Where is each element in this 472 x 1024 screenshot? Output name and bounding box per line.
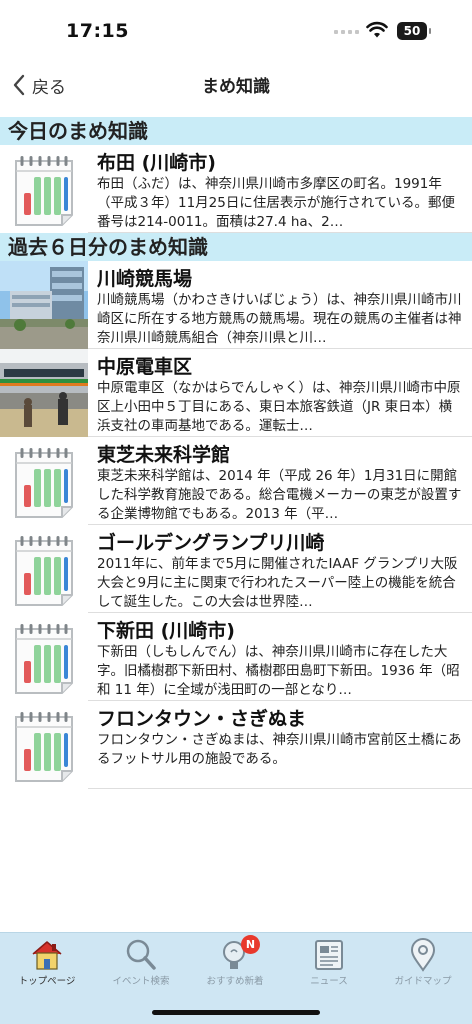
tab-label: ガイドマップ bbox=[394, 976, 452, 987]
list-item[interactable]: 下新田 (川崎市) 下新田（しもしんでん）は、神奈川県川崎市に存在した大字。旧橘… bbox=[0, 613, 472, 701]
section-header-past: 過去６日分のまめ知識 bbox=[0, 233, 472, 261]
today-item[interactable]: 布田 (川崎市) 布田（ふだ）は、神奈川県川崎市多摩区の町名。1991年（平成３… bbox=[0, 145, 472, 233]
list-item[interactable]: 川崎競馬場 川崎競馬場（かわさきけいばじょう）は、神奈川県川崎市川崎区に所在する… bbox=[0, 261, 472, 349]
list-item-desc: 東芝未来科学館は、2014 年（平成 26 年）1月31日に開館した科学教育施設… bbox=[97, 468, 462, 522]
tab-recommended[interactable]: N おすすめ新着 bbox=[188, 933, 282, 993]
newspaper-icon bbox=[315, 940, 343, 970]
nav-bar: 戻る まめ知識 bbox=[0, 62, 472, 110]
page-title: まめ知識 bbox=[202, 77, 270, 97]
calendar-icon bbox=[0, 701, 88, 789]
list-item-title: フロンタウン・さぎぬま bbox=[97, 708, 307, 730]
list-item-desc: フロンタウン・さぎぬまは、神奈川県川崎市宮前区土橋にあるフットサル用の施設である… bbox=[97, 732, 462, 767]
wifi-icon bbox=[366, 21, 388, 38]
calendar-icon bbox=[0, 145, 88, 233]
tab-top-page[interactable]: トップページ bbox=[0, 933, 94, 993]
list-item-title: 東芝未来科学館 bbox=[97, 444, 231, 466]
search-icon bbox=[126, 939, 156, 970]
list-item[interactable]: 中原電車区 中原電車区（なかはらでんしゃく）は、神奈川県川崎市中原区上小田中５丁… bbox=[0, 349, 472, 437]
status-bar: 17:15 50 bbox=[0, 0, 472, 62]
tab-news[interactable]: ニュース bbox=[282, 933, 376, 993]
list-item-desc: 川崎競馬場（かわさきけいばじょう）は、神奈川県川崎市川崎区に所在する地方競馬の競… bbox=[97, 292, 462, 346]
tab-label: イベント検索 bbox=[112, 976, 170, 987]
home-indicator bbox=[152, 1010, 320, 1015]
section-header-today: 今日のまめ知識 bbox=[0, 117, 472, 145]
calendar-icon bbox=[0, 525, 88, 613]
status-time: 17:15 bbox=[66, 20, 129, 42]
new-badge: N bbox=[241, 935, 260, 954]
list-item[interactable]: フロンタウン・さぎぬま フロンタウン・さぎぬまは、神奈川県川崎市宮前区土橋にある… bbox=[0, 701, 472, 789]
train-depot-photo bbox=[0, 349, 88, 437]
list-item-title: ゴールデングランプリ川崎 bbox=[97, 532, 325, 554]
calendar-icon bbox=[0, 437, 88, 525]
list-item-desc: 下新田（しもしんでん）は、神奈川県川崎市に存在した大字。旧橘樹郡下新田村、橘樹郡… bbox=[97, 644, 460, 698]
map-pin-icon bbox=[410, 938, 436, 972]
calendar-icon bbox=[0, 613, 88, 701]
list-item[interactable]: 東芝未来科学館 東芝未来科学館は、2014 年（平成 26 年）1月31日に開館… bbox=[0, 437, 472, 525]
list-item-desc: 2011年に、前年まで5月に開催されたIAAF グランプリ大阪大会と9月に主に関… bbox=[97, 556, 458, 610]
tab-label: おすすめ新着 bbox=[206, 976, 264, 987]
list-item-title: 中原電車区 bbox=[97, 356, 193, 378]
tab-event-search[interactable]: イベント検索 bbox=[94, 933, 188, 993]
tab-label: トップページ bbox=[18, 976, 76, 987]
list-item-title: 布田 (川崎市) bbox=[97, 152, 216, 174]
list-item-title: 下新田 (川崎市) bbox=[97, 620, 235, 642]
list-item-title: 川崎競馬場 bbox=[97, 268, 193, 290]
list-item[interactable]: ゴールデングランプリ川崎 2011年に、前年まで5月に開催されたIAAF グラン… bbox=[0, 525, 472, 613]
racecourse-photo bbox=[0, 261, 88, 349]
battery-icon: 50 bbox=[397, 22, 431, 40]
tab-guide-map[interactable]: ガイドマップ bbox=[376, 933, 470, 993]
list-item-desc: 布田（ふだ）は、神奈川県川崎市多摩区の町名。1991年（平成３年）11月25日に… bbox=[97, 176, 455, 230]
home-icon bbox=[32, 941, 62, 970]
list-item-desc: 中原電車区（なかはらでんしゃく）は、神奈川県川崎市中原区上小田中５丁目にある、東… bbox=[97, 380, 461, 434]
tab-label: ニュース bbox=[310, 976, 348, 987]
cellular-signal-icon bbox=[334, 30, 359, 34]
